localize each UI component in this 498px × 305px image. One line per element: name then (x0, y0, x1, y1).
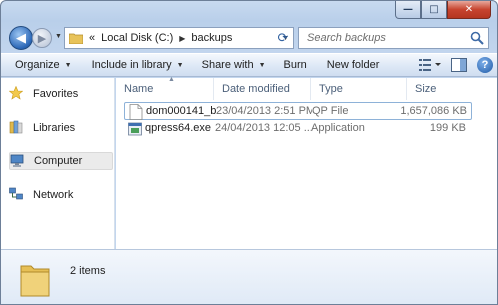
chevron-down-icon: ▼ (64, 61, 72, 69)
file-list: ▲ Name Date modified Type Size dom000141… (116, 76, 497, 249)
column-header-label: Type (319, 83, 343, 95)
breadcrumb-backups[interactable]: backups (191, 32, 232, 44)
sidebar-item-label: Favorites (33, 88, 79, 100)
sidebar-item-libraries[interactable]: Libraries (9, 119, 113, 137)
share-with-menu[interactable]: Share with ▼ (195, 59, 273, 71)
view-controls: ? (419, 57, 493, 73)
computer-icon (10, 154, 26, 170)
command-bar: Organize ▼ Include in library ▼ Share wi… (1, 53, 497, 77)
include-in-library-label: Include in library (91, 59, 172, 71)
sidebar-item-computer[interactable]: Computer (9, 152, 113, 170)
column-header-label: Size (415, 83, 437, 95)
file-date: 23/04/2013 2:51 PM (216, 105, 312, 117)
folder-icon (19, 260, 51, 298)
column-header-name[interactable]: ▲ Name (116, 76, 214, 100)
table-row[interactable]: dom000141_b... 23/04/2013 2:51 PM QP Fil… (124, 102, 472, 120)
caption-buttons: — □ ✕ (395, 1, 491, 19)
column-header-size[interactable]: Size (407, 78, 477, 100)
burn-button[interactable]: Burn (277, 59, 314, 71)
item-count: 2 items (70, 265, 106, 277)
share-with-label: Share with (201, 59, 254, 71)
libraries-icon (9, 120, 25, 136)
breadcrumb-local-disk[interactable]: Local Disk (C:) (101, 32, 173, 44)
recent-pages-dropdown-icon[interactable]: ▼ (55, 33, 62, 40)
forward-button[interactable]: ▶ (32, 28, 52, 48)
table-row[interactable]: qpress64.exe 24/04/2013 12:05 ... Applic… (124, 120, 472, 138)
change-view-icon[interactable] (419, 58, 441, 72)
preview-pane-icon[interactable] (451, 58, 467, 72)
file-name: qpress64.exe (145, 122, 212, 134)
folder-icon (69, 32, 83, 44)
column-header-label: Name (124, 83, 154, 95)
file-size: 199 KB (429, 122, 466, 134)
close-button[interactable]: ✕ (447, 1, 491, 19)
network-icon (9, 187, 25, 203)
explorer-window: — □ ✕ ◀ ▶ ▼ « Local Disk (C:) ▶ backups … (0, 0, 498, 305)
application-icon (128, 121, 142, 137)
file-size: 1,657,086 KB (400, 105, 467, 117)
help-icon[interactable]: ? (477, 57, 493, 73)
sidebar-item-network[interactable]: Network (9, 186, 113, 204)
sidebar-item-label: Network (33, 189, 74, 201)
file-icon (129, 104, 143, 120)
navigation-pane: Favorites Libraries Computer Network (1, 78, 115, 249)
address-overflow-chevrons[interactable]: « (89, 32, 95, 44)
search-icon[interactable] (470, 31, 484, 45)
chevron-down-icon: ▼ (258, 61, 266, 69)
sidebar-item-favorites[interactable]: Favorites (8, 85, 113, 103)
star-icon (8, 85, 25, 102)
navigation-bar: ◀ ▶ ▼ « Local Disk (C:) ▶ backups ▼ ⟳ (1, 24, 497, 52)
organize-label: Organize (15, 59, 60, 71)
organize-menu[interactable]: Organize ▼ (1, 59, 79, 71)
file-date: 24/04/2013 12:05 ... (215, 122, 311, 134)
search-input[interactable] (305, 31, 465, 45)
address-bar[interactable]: « Local Disk (C:) ▶ backups ▼ (64, 27, 294, 49)
minimize-button[interactable]: — (395, 1, 421, 19)
file-name: dom000141_b... (146, 105, 216, 117)
chevron-down-icon: ▼ (176, 61, 184, 69)
sort-ascending-icon: ▲ (168, 76, 175, 83)
sidebar-item-label: Computer (34, 155, 83, 167)
column-header-date-modified[interactable]: Date modified (214, 78, 311, 100)
search-box[interactable] (298, 27, 489, 49)
new-folder-button[interactable]: New folder (320, 59, 387, 71)
details-pane: 2 items (1, 249, 497, 304)
breadcrumb-separator-icon[interactable]: ▶ (179, 34, 185, 43)
column-header-type[interactable]: Type (311, 78, 407, 100)
refresh-icon[interactable]: ⟳ (273, 28, 293, 48)
include-in-library-menu[interactable]: Include in library ▼ (85, 59, 191, 71)
maximize-button[interactable]: □ (421, 1, 447, 19)
column-header-label: Date modified (222, 83, 290, 95)
back-button[interactable]: ◀ (9, 26, 33, 50)
sidebar-item-label: Libraries (33, 122, 76, 134)
